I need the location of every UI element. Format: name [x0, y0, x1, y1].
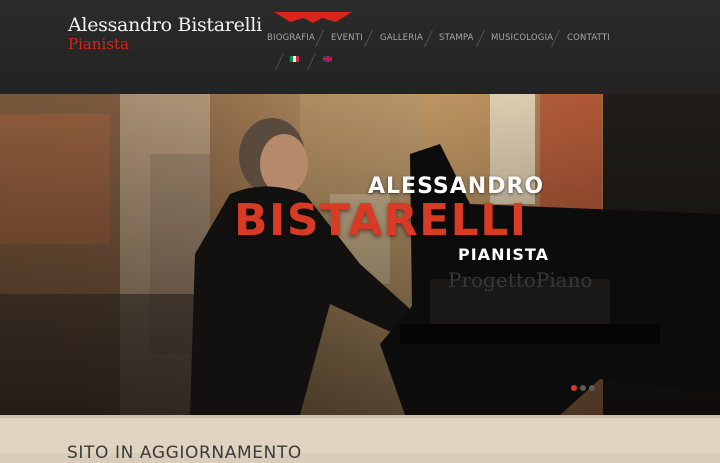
hero-slider: ProgettoPiano ALESSANDRO BISTARELLI PIAN… — [0, 94, 720, 415]
slide-dot-3[interactable] — [589, 385, 595, 391]
slide-dot-1[interactable] — [571, 385, 577, 391]
nav-separator — [307, 53, 316, 70]
hero-last-name: BISTARELLI — [234, 195, 528, 246]
nav-item-stampa[interactable]: STAMPA — [439, 33, 474, 43]
content-section: SITO IN AGGIORNAMENTO — [0, 415, 720, 463]
site-header: Alessandro Bistarelli Pianista BIOGRAFIA… — [0, 0, 720, 94]
nav-separator — [275, 53, 284, 70]
nav-ribbon-ornament — [274, 12, 352, 23]
nav-separator — [364, 30, 373, 47]
nav-item-galleria[interactable]: GALLERIA — [380, 33, 423, 43]
hero-photo-pianist: ProgettoPiano — [0, 94, 720, 415]
nav-separator — [315, 30, 324, 47]
slide-dot-2[interactable] — [580, 385, 586, 391]
brand-name: Alessandro Bistarelli — [68, 14, 262, 36]
section-heading: SITO IN AGGIORNAMENTO — [67, 443, 302, 463]
site-logo[interactable]: Alessandro Bistarelli Pianista — [68, 14, 262, 52]
brand-subtitle: Pianista — [68, 35, 129, 53]
nav-separator — [476, 30, 485, 47]
nav-separator — [424, 30, 433, 47]
piano-brand-label: ProgettoPiano — [448, 268, 593, 292]
it-flag-icon[interactable] — [290, 56, 299, 62]
nav-item-biografia[interactable]: BIOGRAFIA — [267, 33, 315, 43]
uk-flag-icon[interactable] — [323, 56, 332, 62]
hero-role: PIANISTA — [458, 245, 549, 264]
nav-item-eventi[interactable]: EVENTI — [331, 33, 363, 43]
nav-item-musicologia[interactable]: MUSICOLOGIA — [491, 33, 553, 43]
nav-item-contatti[interactable]: CONTATTI — [567, 33, 610, 43]
